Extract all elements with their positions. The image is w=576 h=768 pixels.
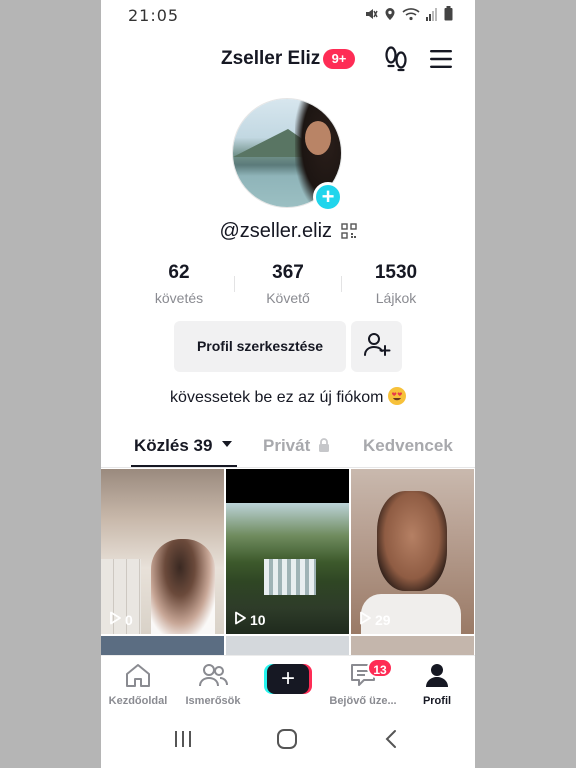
stat-following-label: követés bbox=[154, 290, 204, 306]
wifi-icon bbox=[402, 7, 420, 26]
signal-icon bbox=[426, 7, 438, 26]
phone-screen: 21:05 Zseller Eliz 9+ + @zseller.eliz 62… bbox=[101, 0, 475, 768]
mute-icon bbox=[364, 7, 378, 26]
inbox-icon bbox=[349, 664, 377, 692]
stat-followers[interactable]: 367 Követő bbox=[233, 262, 343, 306]
profile-icon bbox=[424, 664, 450, 692]
menu-icon[interactable] bbox=[429, 49, 453, 74]
inbox-badge: 13 bbox=[367, 658, 393, 678]
status-bar: 21:05 bbox=[101, 0, 475, 30]
tab-posts[interactable]: Közlés 39 bbox=[134, 436, 233, 456]
status-time: 21:05 bbox=[128, 6, 180, 25]
stat-likes-value: 1530 bbox=[374, 262, 418, 283]
bottom-navigation: Kezdőoldal Ismerősök + Bejövő üze... 13 … bbox=[101, 655, 475, 713]
create-video-button[interactable]: + bbox=[264, 664, 312, 694]
status-icons bbox=[364, 6, 453, 26]
nav-home-label: Kezdőoldal bbox=[108, 695, 168, 707]
edit-profile-button[interactable]: Profil szerkesztése bbox=[174, 321, 346, 372]
stat-likes[interactable]: 1530 Lájkok bbox=[341, 262, 451, 306]
notification-badge: 9+ bbox=[323, 49, 355, 69]
plus-icon: + bbox=[267, 664, 309, 694]
footprints-icon[interactable] bbox=[384, 46, 408, 77]
lock-icon bbox=[315, 436, 330, 455]
nav-profile-label: Profil bbox=[422, 695, 452, 707]
qr-code-icon[interactable] bbox=[340, 223, 357, 244]
nav-home[interactable]: Kezdőoldal bbox=[101, 662, 175, 707]
friends-icon bbox=[198, 664, 228, 692]
location-icon bbox=[384, 7, 396, 26]
tab-favorites[interactable]: Kedvencek bbox=[363, 436, 453, 456]
battery-icon bbox=[444, 6, 453, 26]
tab-posts-label: Közlés 39 bbox=[134, 436, 213, 455]
play-icon bbox=[234, 611, 246, 628]
plus-icon: + bbox=[321, 184, 335, 209]
view-count-value: 0 bbox=[125, 611, 133, 628]
profile-header: Zseller Eliz 9+ bbox=[101, 42, 475, 76]
tab-private[interactable]: Privát bbox=[263, 436, 330, 456]
add-story-button[interactable]: + bbox=[313, 182, 343, 212]
system-navigation-bar bbox=[101, 713, 475, 768]
profile-name-title[interactable]: Zseller Eliz bbox=[221, 48, 320, 70]
play-icon bbox=[359, 611, 371, 628]
nav-friends[interactable]: Ismerősök bbox=[176, 662, 250, 707]
nav-inbox-label: Bejövő üze... bbox=[329, 695, 397, 707]
view-count: 0 bbox=[109, 611, 133, 628]
stat-followers-value: 367 bbox=[272, 262, 304, 283]
recent-apps-icon[interactable] bbox=[173, 729, 193, 754]
stat-likes-label: Lájkok bbox=[375, 290, 417, 306]
nav-friends-label: Ismerősök bbox=[185, 695, 241, 707]
home-icon bbox=[124, 664, 152, 692]
profile-tabs: Közlés 39 Privát Kedvencek bbox=[101, 432, 475, 468]
stat-following[interactable]: 62 követés bbox=[124, 262, 234, 306]
video-thumbnail[interactable]: 10 bbox=[226, 469, 349, 634]
bio-text: kövessetek be ez az új fiókom bbox=[170, 389, 384, 406]
username-row: @zseller.eliz bbox=[101, 220, 475, 244]
caret-down-icon bbox=[217, 436, 233, 455]
tab-private-label: Privát bbox=[263, 436, 311, 455]
stat-followers-label: Követő bbox=[266, 290, 310, 306]
username-handle: @zseller.eliz bbox=[219, 220, 333, 242]
nav-profile[interactable]: Profil bbox=[400, 662, 474, 707]
profile-bio: kövessetek be ez az új fiókom bbox=[101, 387, 475, 407]
view-count-value: 10 bbox=[250, 611, 266, 628]
play-icon bbox=[109, 611, 121, 628]
video-thumbnail[interactable]: 29 bbox=[351, 469, 474, 634]
back-icon[interactable] bbox=[383, 729, 399, 754]
view-count: 10 bbox=[234, 611, 266, 628]
add-friend-icon bbox=[363, 330, 391, 363]
home-button-icon[interactable] bbox=[276, 729, 298, 754]
video-thumbnail[interactable]: 0 bbox=[101, 469, 224, 634]
add-friend-button[interactable] bbox=[351, 321, 402, 372]
view-count: 29 bbox=[359, 611, 391, 628]
stat-following-value: 62 bbox=[168, 262, 190, 283]
heart-eyes-emoji-icon bbox=[387, 387, 406, 405]
tabs-divider bbox=[101, 467, 475, 468]
view-count-value: 29 bbox=[375, 611, 391, 628]
